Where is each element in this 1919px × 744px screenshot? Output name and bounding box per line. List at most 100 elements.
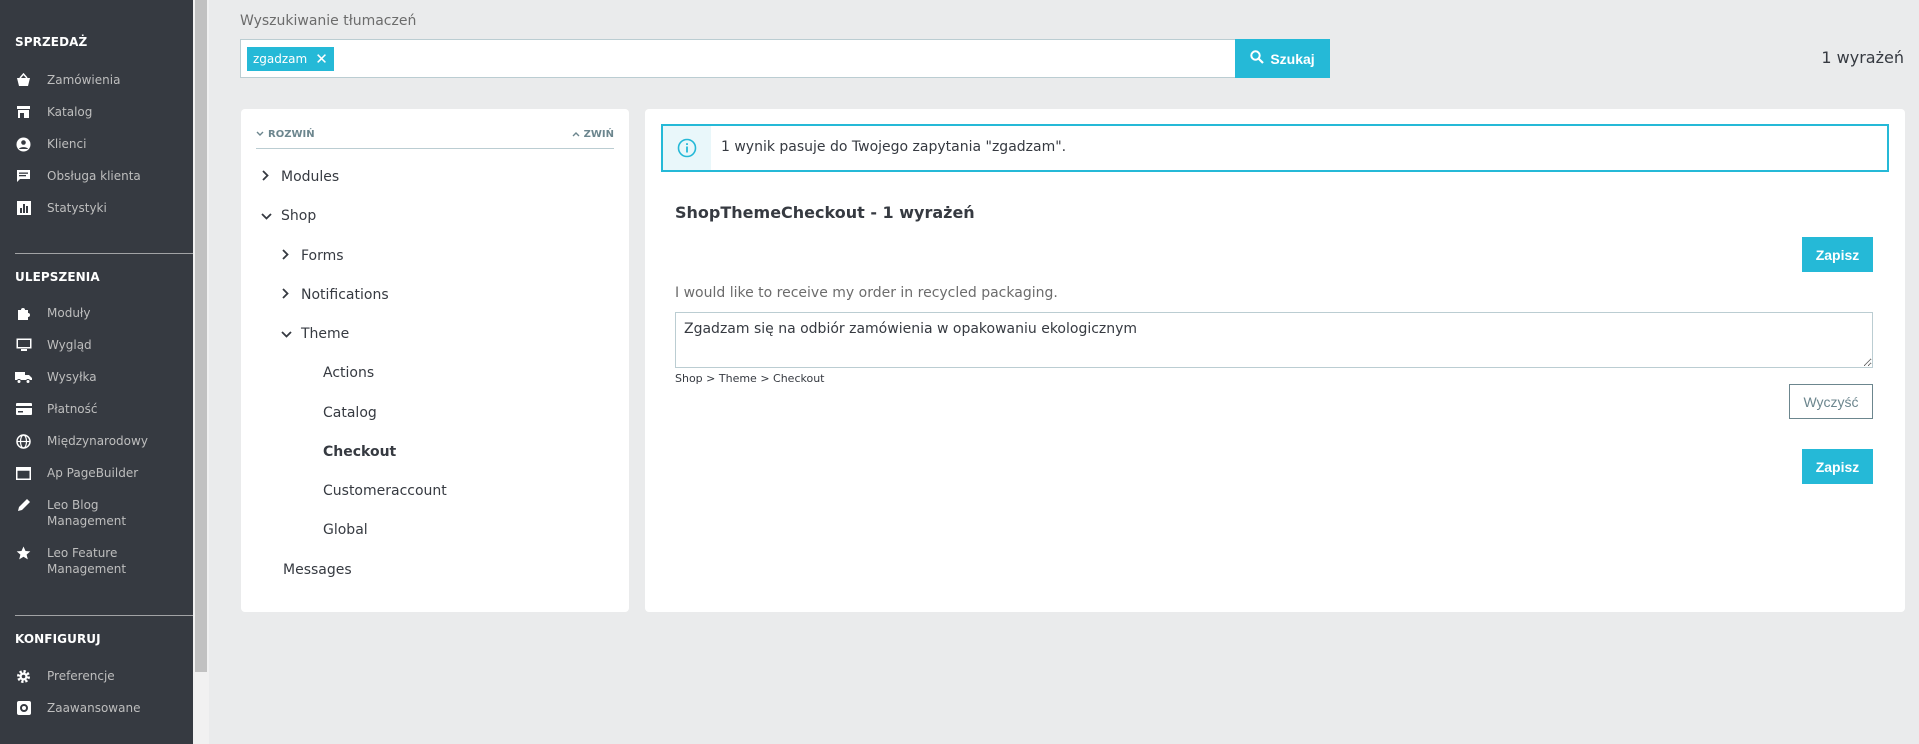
chevron-down-icon [256,129,264,140]
sidebar-item-leo-blog[interactable]: Leo Blog Management [15,497,193,529]
tree-node-label: Forms [301,248,344,264]
tree-node-shop[interactable]: Shop [261,208,316,224]
search-icon [1250,50,1265,67]
tree-node-messages[interactable]: Messages [283,562,352,578]
sidebar-item-payment[interactable]: Płatność [15,401,193,417]
settings-box-icon [15,700,32,716]
sidebar-item-label: Leo Blog Management [47,498,127,528]
window-icon [15,465,32,481]
sidebar-item-label: Katalog [47,105,93,119]
tree-node-customeraccount[interactable]: Customeraccount [323,483,447,499]
tree-node-global[interactable]: Global [323,522,368,538]
chat-icon [15,168,32,184]
sidebar-divider [15,253,193,254]
reset-button[interactable]: Wyczyść [1789,384,1873,419]
sidebar-item-label: Preferencje [47,669,115,683]
truck-icon [15,369,32,385]
sidebar-item-label: Wysyłka [47,370,97,384]
sidebar-item-label: Zamówienia [47,73,121,87]
translation-field[interactable]: Zgadzam się na odbiór zamówienia w opako… [675,312,1873,368]
tree-toolbar: ROZWIŃ ZWIŃ [256,129,614,149]
chevron-right-icon [281,287,297,303]
original-expression: I would like to receive my order in recy… [675,285,1058,301]
tree-node-label: Shop [281,208,317,224]
chevron-right-icon [261,169,277,185]
sidebar-item-label: Zaawansowane [47,701,141,715]
sidebar-item-label: Międzynarodowy [47,434,148,448]
alert-text: 1 wynik pasuje do Twojego zapytania "zga… [721,139,1067,155]
collapse-all-label: ZWIŃ [583,129,614,140]
search-button-label: Szukaj [1270,50,1315,67]
sidebar-item-advanced[interactable]: Zaawansowane [15,700,193,716]
search-tag: zgadzam ✕ [247,47,334,71]
star-icon [15,545,32,561]
translation-tree-panel: ROZWIŃ ZWIŃ Modules Shop Forms Notificat… [241,109,629,612]
info-icon [663,126,711,170]
search-title: Wyszukiwanie tłumaczeń [240,13,417,29]
monitor-icon [15,337,32,353]
store-icon [15,104,32,120]
tree-node-catalog[interactable]: Catalog [323,405,377,421]
sidebar-item-label: Moduły [47,306,91,320]
tree-node-label: Catalog [323,405,377,421]
search-input[interactable]: zgadzam ✕ [240,39,1236,78]
tree-node-label: Notifications [301,287,389,303]
search-button[interactable]: Szukaj [1235,39,1330,78]
domain-title: ShopThemeCheckout - 1 wyrażeń [675,203,975,222]
bar-chart-icon [15,200,32,216]
tree-node-actions[interactable]: Actions [323,365,374,381]
tree-node-notifications[interactable]: Notifications [281,287,389,303]
chevron-right-icon [281,248,297,264]
expand-all-button[interactable]: ROZWIŃ [256,129,315,140]
tree-node-label: Global [323,522,368,538]
sidebar-item-label: Wygląd [47,338,92,352]
sidebar-item-label: Klienci [47,137,87,151]
save-button-bottom[interactable]: Zapisz [1802,449,1873,484]
sidebar-item-customers[interactable]: Klienci [15,136,193,152]
pencil-icon [15,497,32,513]
sidebar-item-international[interactable]: Międzynarodowy [15,433,193,449]
puzzle-icon [15,305,32,321]
chevron-down-icon [261,209,277,224]
sidebar-item-ap-pagebuilder[interactable]: Ap PageBuilder [15,465,193,481]
globe-icon [15,433,32,449]
tree-node-label: Modules [281,169,340,185]
basket-icon [15,72,32,88]
collapse-all-button[interactable]: ZWIŃ [572,129,614,140]
search-tag-label: zgadzam [253,52,308,66]
chevron-down-icon [281,327,297,342]
tree-node-theme[interactable]: Theme [281,326,349,342]
tree-node-label: Actions [323,365,375,381]
sidebar-item-modules[interactable]: Moduły [15,305,193,321]
sidebar-section-title: KONFIGURUJ [15,632,101,646]
expand-all-label: ROZWIŃ [268,129,315,140]
scrollbar-thumb[interactable] [195,0,207,672]
sidebar-item-label: Leo Feature Management [47,546,127,576]
sidebar-item-orders[interactable]: Zamówienia [15,72,193,88]
sidebar-section-title: SPRZEDAŻ [15,35,88,49]
tree-node-label: Customeraccount [323,483,447,499]
sidebar-item-label: Płatność [47,402,98,416]
sidebar-scrollbar[interactable] [193,0,209,744]
results-count: 1 wyrażeń [1821,48,1904,67]
tree-node-modules[interactable]: Modules [261,169,339,185]
sidebar-item-leo-feature[interactable]: Leo Feature Management [15,545,193,577]
breadcrumb: Shop > Theme > Checkout [675,372,825,385]
sidebar-item-stats[interactable]: Statystyki [15,200,193,216]
sidebar-item-catalog[interactable]: Katalog [15,104,193,120]
user-circle-icon [15,136,32,152]
save-button-top[interactable]: Zapisz [1802,237,1873,272]
sidebar-item-label: Statystyki [47,201,107,215]
sidebar-item-label: Obsługa klienta [47,169,141,183]
gear-icon [15,668,32,684]
translation-results-panel: 1 wynik pasuje do Twojego zapytania "zga… [645,109,1905,612]
tree-node-forms[interactable]: Forms [281,248,344,264]
close-icon[interactable]: ✕ [315,51,328,67]
sidebar-section-title: ULEPSZENIA [15,270,100,284]
sidebar-item-shipping[interactable]: Wysyłka [15,369,193,385]
tree-node-checkout[interactable]: Checkout [323,444,396,460]
sidebar-item-customer-service[interactable]: Obsługa klienta [15,168,193,184]
sidebar-item-preferences[interactable]: Preferencje [15,668,193,684]
tree-node-label: Messages [283,562,352,578]
sidebar-item-appearance[interactable]: Wygląd [15,337,193,353]
